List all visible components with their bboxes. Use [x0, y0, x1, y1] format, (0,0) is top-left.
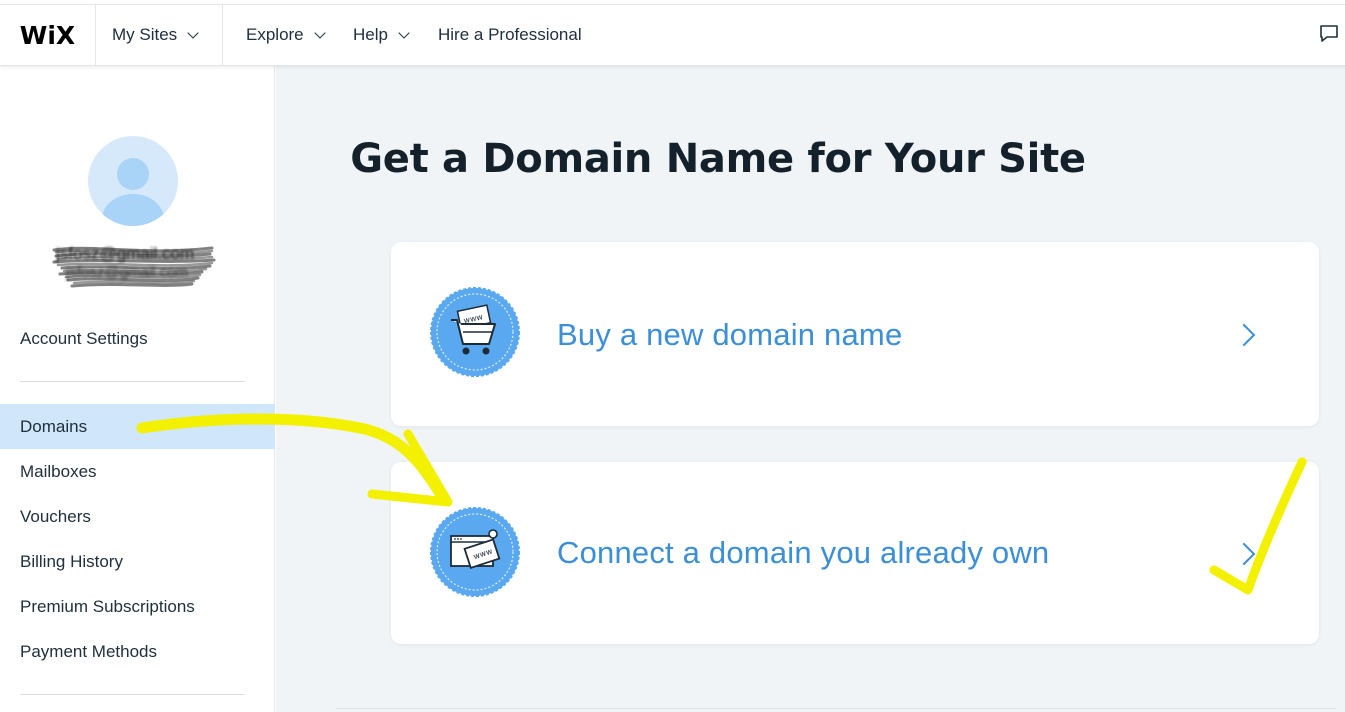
shopping-cart-www-icon: www [430, 287, 520, 377]
my-sites-menu[interactable]: My Sites [96, 5, 223, 65]
wix-logo[interactable]: WiX [0, 5, 96, 65]
page: WiX My Sites Explore Help Hire a Profess… [0, 0, 1345, 712]
hire-a-professional-link[interactable]: Hire a Professional [438, 5, 582, 65]
buy-domain-label: Buy a new domain name [557, 317, 903, 352]
sidebar-item-premium-subscriptions[interactable]: Premium Subscriptions [20, 597, 195, 617]
chevron-right-icon [1232, 542, 1256, 566]
chevron-down-icon [398, 26, 410, 39]
connect-domain-label: Connect a domain you already own [557, 535, 1050, 570]
avatar-body [102, 194, 164, 226]
main-content: Get a Domain Name for Your Site www Buy … [276, 66, 1345, 712]
chevron-down-icon [187, 26, 199, 39]
sidebar-item-payment-methods[interactable]: Payment Methods [20, 642, 157, 662]
help-menu[interactable]: Help [353, 5, 410, 65]
browser-window-www-icon: www [430, 507, 520, 597]
explore-menu[interactable]: Explore [246, 5, 326, 65]
chat-icon[interactable] [1319, 25, 1339, 43]
connect-domain-card[interactable]: www Connect a domain you already own [391, 462, 1319, 644]
buy-domain-card[interactable]: www Buy a new domain name [391, 242, 1319, 426]
chevron-right-icon [1232, 323, 1256, 347]
sidebar-item-domains[interactable]: Domains [20, 417, 87, 437]
page-title: Get a Domain Name for Your Site [350, 136, 1086, 182]
account-settings-link[interactable]: Account Settings [20, 329, 148, 349]
content-divider [336, 708, 1336, 709]
sidebar-item-billing-history[interactable]: Billing History [20, 552, 123, 572]
chevron-down-icon [313, 26, 326, 39]
top-navigation-bar: WiX My Sites Explore Help Hire a Profess… [0, 4, 1345, 66]
sidebar-divider [20, 381, 245, 382]
sidebar-item-vouchers[interactable]: Vouchers [20, 507, 91, 527]
hire-label: Hire a Professional [438, 25, 582, 44]
explore-label: Explore [246, 25, 304, 44]
sidebar-divider [20, 694, 245, 695]
user-email: jsfosz@gmail.com jsfosz@gmail.com [52, 242, 216, 290]
sidebar-item-mailboxes[interactable]: Mailboxes [20, 462, 97, 482]
redaction-scribble [52, 246, 216, 288]
my-sites-label: My Sites [112, 25, 178, 44]
help-label: Help [353, 25, 388, 44]
